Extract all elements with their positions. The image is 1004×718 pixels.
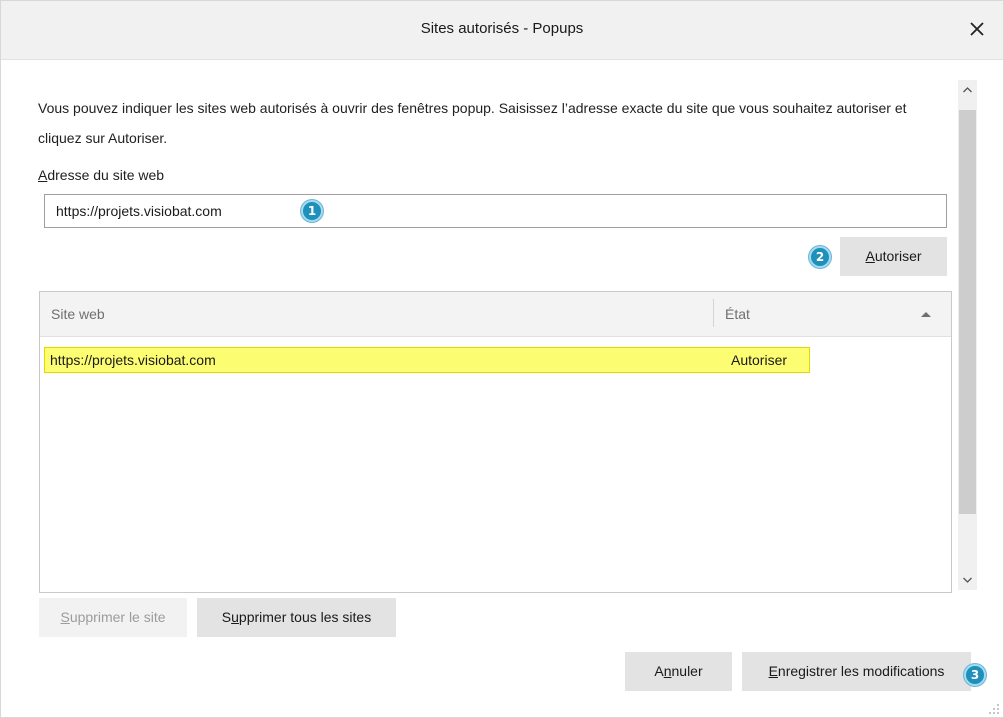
- cancel-accesskey: n: [663, 663, 672, 679]
- address-label-text: dresse du site web: [47, 167, 165, 183]
- allow-button-accesskey: A: [865, 248, 875, 264]
- resize-grip-icon[interactable]: [988, 702, 1000, 714]
- annotation-badge-3: 3: [964, 664, 986, 686]
- column-header-state[interactable]: État: [725, 306, 750, 322]
- cancel-button[interactable]: Annuler: [625, 652, 732, 691]
- annotation-badge-2: 2: [809, 246, 831, 268]
- sites-table: Site web État https://projets.visiobat.c…: [39, 291, 952, 593]
- remove-all-accesskey: u: [231, 609, 239, 625]
- annotation-badge-1: 1: [301, 200, 323, 222]
- table-cell-state: Autoriser: [731, 352, 788, 368]
- remove-site-button[interactable]: Supprimer le site: [39, 598, 187, 637]
- address-label: Adresse du site web: [38, 167, 164, 183]
- vertical-scrollbar[interactable]: [958, 80, 977, 590]
- close-icon[interactable]: [965, 17, 989, 41]
- dialog-title: Sites autorisés - Popups: [420, 20, 584, 37]
- title-bar: Sites autorisés - Popups: [1, 1, 1003, 60]
- save-changes-button[interactable]: Enregistrer les modifications: [742, 652, 971, 691]
- save-accesskey: E: [768, 663, 778, 679]
- allow-button[interactable]: Autoriser: [840, 237, 947, 276]
- cancel-first: A: [654, 663, 664, 679]
- scrollbar-thumb[interactable]: [959, 110, 976, 514]
- table-row[interactable]: https://projets.visiobat.com Autoriser: [44, 347, 810, 373]
- allow-button-label: utoriser: [874, 248, 922, 264]
- table-header: Site web État: [40, 292, 951, 337]
- website-address-input[interactable]: [44, 194, 947, 228]
- remove-site-label: upprimer le site: [69, 609, 166, 625]
- remove-all-first: S: [221, 609, 232, 625]
- sort-ascending-icon[interactable]: [921, 312, 931, 317]
- scroll-up-icon[interactable]: [958, 80, 977, 100]
- address-label-accesskey: A: [38, 167, 48, 183]
- remove-all-label: pprimer tous les sites: [238, 609, 372, 625]
- scroll-down-icon[interactable]: [958, 570, 977, 590]
- table-cell-site: https://projets.visiobat.com: [50, 352, 216, 368]
- dialog-window: Sites autorisés - Popups Vous pouvez ind…: [0, 0, 1004, 718]
- description-text: Vous pouvez indiquer les sites web autor…: [38, 100, 907, 146]
- remove-site-accesskey: S: [60, 609, 70, 625]
- cancel-label: nuler: [671, 663, 703, 679]
- column-separator[interactable]: [713, 299, 714, 327]
- save-label: nregistrer les modifications: [777, 663, 945, 679]
- column-header-site[interactable]: Site web: [51, 306, 105, 322]
- remove-all-sites-button[interactable]: Supprimer tous les sites: [197, 598, 396, 637]
